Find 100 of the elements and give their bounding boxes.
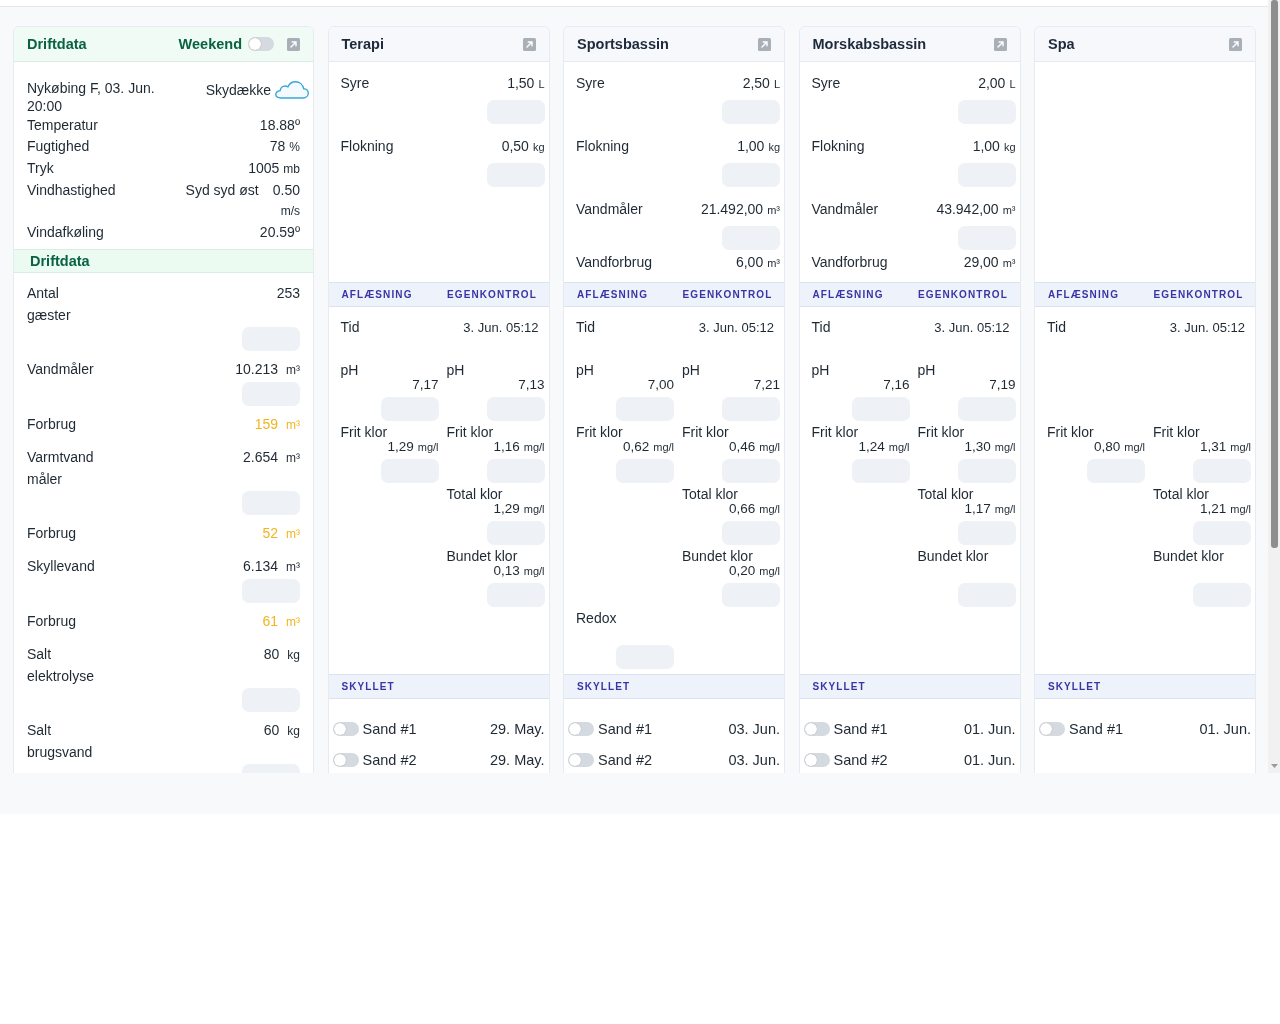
unit-label: mg/l [1230,440,1251,454]
toggle-switch[interactable] [248,37,274,51]
toggle-switch[interactable] [803,721,830,736]
toggle-switch[interactable] [568,752,594,767]
unit-label: m³ [286,362,300,379]
row-label: Flokning [340,137,394,156]
measure-label: Bundet klor [917,548,990,564]
down-arrow-icon[interactable] [1270,764,1278,768]
measure-label: Frit klor [682,424,730,440]
unit-label: m³ [1002,203,1016,218]
unit-label: mg/l [653,440,674,454]
arrow-square-icon[interactable] [522,37,536,51]
filter-label: Sand #1 [598,720,653,737]
unit-label: kg [532,140,545,155]
filter-date: 03. Jun. [728,720,780,737]
column-heading: EGENKONTROL [682,289,774,300]
row-label: Syre [811,74,841,93]
toggle-switch[interactable] [803,752,830,767]
column-heading: AFLÆSNING [1048,289,1120,300]
column-heading: EGENKONTROL [447,289,538,300]
measure-value: 0,13 [493,564,520,578]
measure-label: Frit klor [446,424,495,440]
measure-value: 1,29 [387,440,414,454]
measure-value: 0,62 [622,440,650,454]
row-label: Varmtvand måler [27,448,95,489]
column-heading: EGENKONTROL [918,289,1009,300]
weather-value: 18.88º [259,116,300,135]
arrow-square-icon[interactable] [287,37,300,51]
unit-label: m³ [767,256,780,271]
measure-label: Bundet klor [1153,548,1225,564]
measure-label: Bundet klor [682,548,754,564]
arrow-square-icon[interactable] [993,37,1007,51]
weather-value: 0.50 [272,181,300,200]
scrollbar-track[interactable] [1268,0,1280,773]
row-value: 253 [276,284,300,303]
row-value: 159 [254,415,278,434]
column-heading: EGENKONTROL [1153,289,1245,300]
toggle-switch[interactable] [332,721,359,736]
card-title: Terapi [341,36,384,52]
filter-label: Sand #2 [833,751,888,768]
unit-label: mg/l [994,502,1016,516]
filter-date: 01. Jun. [963,751,1016,768]
measure-label: pH [446,362,466,378]
section-title: SKYLLET [341,681,396,692]
row-value: 21.492,00 [700,200,764,219]
row-label: Skyllevand [27,557,96,576]
toggle-switch[interactable] [1039,721,1065,736]
weather-label: Vindhastighed [27,181,116,200]
unit-label: L [538,77,545,92]
measure-label: Redox [576,610,618,626]
section-title: Driftdata [30,253,90,269]
unit-label: mg/l [417,440,439,454]
filter-label: Sand #1 [362,720,417,737]
unit-label: m³ [1002,256,1016,271]
filter-date: 29. May. [489,720,545,737]
row-value: 52 [262,524,278,543]
measure-value: 1,30 [964,440,991,454]
row-value: 60 [263,721,280,740]
time-value: 3. Jun. 05:12 [934,319,1010,337]
toggle-switch[interactable] [332,752,359,767]
row-label: Flokning [576,137,629,156]
measure-value: 1,24 [858,440,885,454]
cloud-icon [275,81,309,99]
weather-label: Vindafkøling [27,223,104,242]
unit-label: mg/l [888,440,910,454]
measure-label: pH [811,362,831,378]
unit-label: m³ [286,559,300,576]
column-heading: AFLÆSNING [577,289,649,300]
unit-label: m³ [286,526,300,543]
measure-value: 0,66 [728,502,756,516]
unit-label: mg/l [1230,502,1251,516]
card-title: Sportsbassin [577,36,669,52]
row-value: 0,50 [501,137,529,156]
filter-label: Sand #2 [598,751,653,768]
row-label: Syre [576,74,605,93]
toggle-switch[interactable] [568,721,594,736]
wind-direction: Syd syd øst [185,181,259,200]
measure-value: 7,16 [883,378,910,392]
unit-label: L [773,77,780,92]
unit-label: kg [287,723,300,740]
arrow-square-icon[interactable] [758,37,771,51]
row-label: Forbrug [27,612,78,631]
unit-label: m³ [767,203,780,218]
measure-value: 0,80 [1093,440,1121,454]
filter-label: Sand #1 [833,720,888,737]
row-value: 6,00 [735,253,764,272]
unit-label: kg [287,647,300,664]
row-value: 2.654 [242,448,278,467]
row-label: Antal gæster [27,284,72,325]
row-label: Vandmåler [576,200,643,219]
arrow-square-icon[interactable] [1229,37,1242,51]
filter-date: 03. Jun. [728,751,780,768]
measure-value: 7,13 [518,378,545,392]
row-value: 2,00 [978,74,1006,93]
measure-label: pH [340,362,360,378]
scrollbar-thumb[interactable] [1270,0,1278,548]
filter-date: 01. Jun. [963,720,1016,737]
row-label: Vandforbrug [576,253,652,272]
measure-value: 7,00 [647,378,674,392]
column-heading: AFLÆSNING [812,289,885,300]
